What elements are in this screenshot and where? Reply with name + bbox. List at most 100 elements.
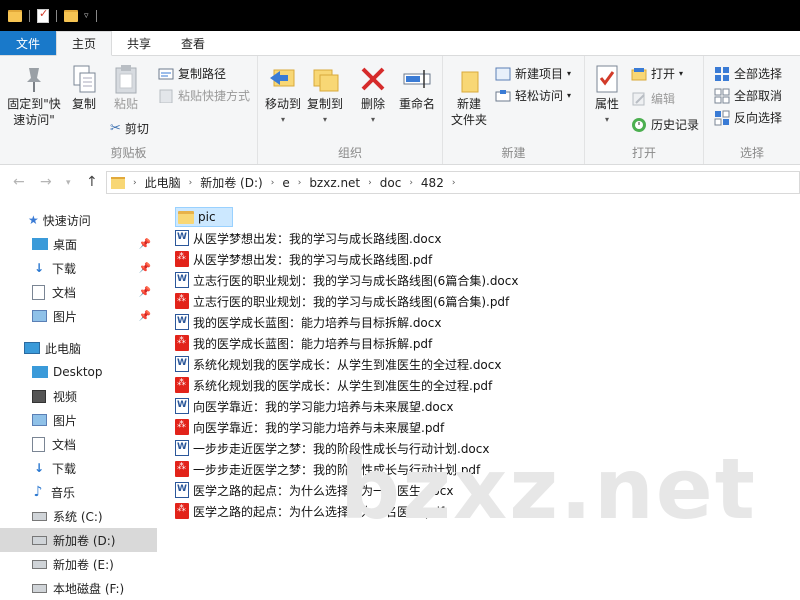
pin-icon[interactable]: 📌 [139, 311, 151, 322]
computer-icon [24, 342, 40, 354]
paste-button[interactable]: 粘贴 [108, 64, 144, 112]
chevron-right-icon[interactable]: › [296, 178, 304, 188]
file-item-docx[interactable]: 向医学靠近：我的学习能力培养与未来展望.docx [175, 396, 453, 416]
copy-button[interactable]: 复制 [66, 64, 102, 112]
file-item-pdf[interactable]: 向医学靠近：我的学习能力培养与未来展望.pdf [175, 417, 444, 437]
select-all-button[interactable]: 全部选择 [714, 65, 782, 82]
breadcrumb-drive-d[interactable]: 新加卷 (D:) [194, 174, 268, 191]
nav-item-downloads[interactable]: ↓ 下载 📌 [0, 256, 157, 280]
pin-quick-access-button[interactable]: 固定到"快 速访问" [6, 64, 62, 128]
pin-icon[interactable]: 📌 [139, 287, 151, 298]
file-name: 从医学梦想出发：我的学习与成长路线图.docx [193, 231, 442, 246]
nav-item-desktop-pc[interactable]: Desktop [0, 360, 157, 384]
delete-button[interactable]: 删除 ▾ [356, 64, 390, 128]
rename-icon [403, 70, 431, 88]
file-item-docx[interactable]: 从医学梦想出发：我的学习与成长路线图.docx [175, 228, 441, 248]
new-group-label: 新建 [501, 146, 526, 160]
breadcrumb-this-pc[interactable]: 此电脑 [139, 174, 187, 191]
breadcrumb-482[interactable]: 482 [415, 176, 450, 190]
rename-button[interactable]: 重命名 [396, 64, 438, 112]
chevron-right-icon[interactable]: › [366, 178, 374, 188]
nav-item-drive-f[interactable]: 本地磁盘 (F:) [0, 576, 157, 600]
open-dropdown-icon: ▾ [679, 69, 684, 78]
separator [56, 9, 57, 22]
paste-label: 粘贴 [113, 97, 138, 111]
open-button[interactable]: 打开 ▾ [631, 65, 683, 82]
nav-item-drive-c[interactable]: 系统 (C:) [0, 504, 157, 528]
back-arrow-icon[interactable]: ← [13, 174, 25, 190]
history-icon [632, 117, 646, 132]
nav-item-documents-pc[interactable]: 文档 [0, 432, 157, 456]
file-item-docx[interactable]: 一步步走近医学之梦：我的阶段性成长与行动计划.docx [175, 438, 489, 458]
edit-button[interactable]: 编辑 [631, 90, 675, 107]
file-item-pdf[interactable]: 一步步走近医学之梦：我的阶段性成长与行动计划.pdf [175, 459, 480, 479]
new-folder-icon[interactable] [64, 9, 78, 22]
history-button[interactable]: 历史记录 [631, 116, 699, 133]
new-folder-button[interactable]: 新建 文件夹 [449, 64, 489, 128]
file-item-pdf[interactable]: 医学之路的起点：为什么选择成为一名医生.pdf [175, 501, 444, 521]
file-item-folder[interactable]: pic [175, 207, 233, 227]
properties-icon[interactable] [37, 7, 49, 23]
rename-label: 重命名 [398, 97, 435, 111]
pdf-icon [175, 293, 189, 309]
address-bar[interactable]: › 此电脑 › 新加卷 (D:) › e › bzxz.net › doc › … [106, 171, 800, 194]
file-item-docx[interactable]: 医学之路的起点：为什么选择成为一名医生.docx [175, 480, 453, 500]
move-to-button[interactable]: 移动到 ▾ [264, 64, 302, 128]
chevron-right-icon[interactable]: › [187, 178, 195, 188]
up-arrow-icon[interactable]: ↑ [86, 174, 98, 190]
copy-to-label: 复制到 [306, 97, 343, 111]
new-folder-label: 新建 文件夹 [450, 97, 487, 127]
file-item-pdf[interactable]: 从医学梦想出发：我的学习与成长路线图.pdf [175, 249, 432, 269]
nav-item-drive-d[interactable]: 新加卷 (D:) [0, 528, 157, 552]
file-item-docx[interactable]: 系统化规划我的医学成长：从学生到准医生的全过程.docx [175, 354, 501, 374]
file-item-docx[interactable]: 我的医学成长蓝图：能力培养与目标拆解.docx [175, 312, 441, 332]
drive-icon [32, 559, 47, 569]
tab-file[interactable]: 文件 [0, 31, 57, 55]
file-name: 从医学梦想出发：我的学习与成长路线图.pdf [193, 252, 433, 267]
select-none-button[interactable]: 全部取消 [714, 87, 782, 104]
chevron-right-icon[interactable]: › [269, 178, 277, 188]
nav-quick-access[interactable]: ★ 快速访问 [0, 208, 157, 232]
copy-to-button[interactable]: 复制到 ▾ [306, 64, 344, 128]
chevron-right-icon[interactable]: › [131, 178, 139, 188]
paste-shortcut-button[interactable]: 粘贴快捷方式 [158, 87, 250, 104]
nav-item-downloads-pc[interactable]: ↓ 下载 [0, 456, 157, 480]
chevron-right-icon[interactable]: › [450, 178, 458, 188]
file-item-pdf[interactable]: 立志行医的职业规划：我的学习与成长路线图(6篇合集).pdf [175, 291, 509, 311]
breadcrumb-bzxz[interactable]: bzxz.net [303, 176, 366, 190]
nav-item-music[interactable]: ♪ 音乐 [0, 480, 157, 504]
tab-view[interactable]: 查看 [166, 31, 220, 55]
nav-this-pc[interactable]: 此电脑 [0, 336, 157, 360]
invert-selection-button[interactable]: 反向选择 [714, 109, 782, 126]
customize-dropdown-icon[interactable]: ▿ [84, 11, 89, 21]
select-group-label: 选择 [739, 146, 764, 160]
nav-label: 音乐 [51, 485, 76, 500]
nav-item-drive-e[interactable]: 新加卷 (E:) [0, 552, 157, 576]
copy-path-button[interactable]: 复制路径 [158, 65, 226, 82]
easy-access-button[interactable]: 轻松访问 ▾ [495, 87, 571, 104]
nav-item-videos[interactable]: 视频 [0, 384, 157, 408]
new-item-button[interactable]: 新建项目 ▾ [495, 65, 571, 82]
nav-item-documents[interactable]: 文档 📌 [0, 280, 157, 304]
file-item-pdf[interactable]: 系统化规划我的医学成长：从学生到准医生的全过程.pdf [175, 375, 492, 395]
tab-home[interactable]: 主页 [56, 31, 113, 56]
chevron-right-icon[interactable]: › [407, 178, 415, 188]
cut-button[interactable]: ✂ 剪切 [110, 120, 149, 137]
properties-button[interactable]: 属性 ▾ [589, 64, 625, 128]
breadcrumb-e[interactable]: e [276, 176, 295, 190]
file-item-docx[interactable]: 立志行医的职业规划：我的学习与成长路线图(6篇合集).docx [175, 270, 518, 290]
forward-arrow-icon[interactable]: → [40, 174, 52, 190]
recent-dropdown-icon[interactable]: ▾ [66, 178, 71, 188]
file-item-pdf[interactable]: 我的医学成长蓝图：能力培养与目标拆解.pdf [175, 333, 432, 353]
pin-icon[interactable]: 📌 [139, 263, 151, 274]
properties-label: 属性 [594, 97, 619, 111]
breadcrumb-doc[interactable]: doc [374, 176, 408, 190]
delete-icon [361, 67, 385, 91]
nav-item-pictures[interactable]: 图片 📌 [0, 304, 157, 328]
nav-item-pictures-pc[interactable]: 图片 [0, 408, 157, 432]
nav-item-desktop[interactable]: 桌面 📌 [0, 232, 157, 256]
edit-label: 编辑 [651, 92, 676, 106]
folder-icon[interactable] [8, 9, 22, 22]
tab-share[interactable]: 共享 [112, 31, 166, 55]
pin-icon[interactable]: 📌 [139, 239, 151, 250]
